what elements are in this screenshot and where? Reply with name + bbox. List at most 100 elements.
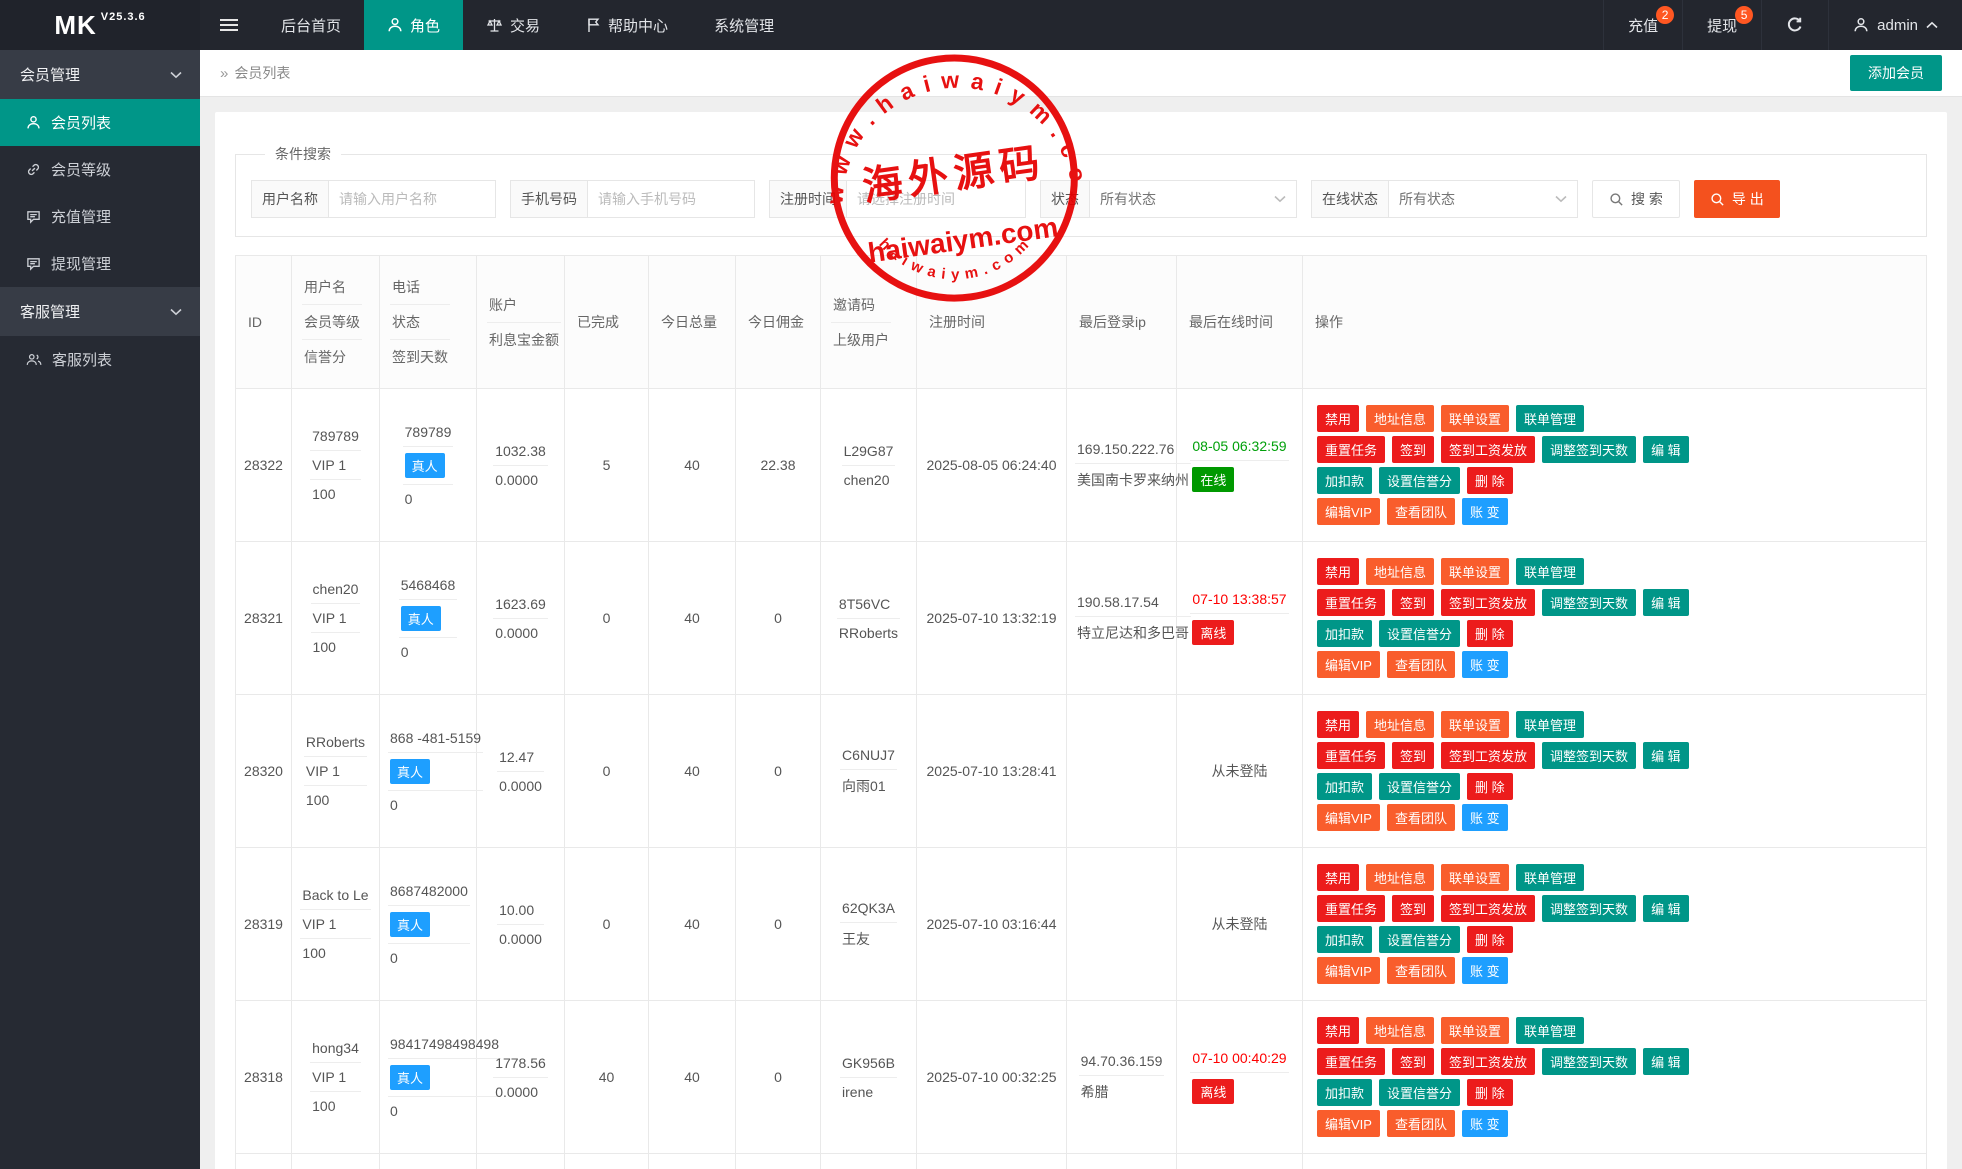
sidebar-item-member-list[interactable]: 会员列表 <box>0 99 200 146</box>
action-button[interactable]: 加扣款 <box>1317 926 1372 953</box>
action-button[interactable]: 加扣款 <box>1317 620 1372 647</box>
action-button[interactable]: 签到工资发放 <box>1441 742 1535 769</box>
nav-roles[interactable]: 角色 <box>364 0 463 50</box>
action-button[interactable]: 账 变 <box>1462 957 1508 984</box>
sidebar-item-service-list[interactable]: 客服列表 <box>0 336 200 383</box>
action-button[interactable]: 账 变 <box>1462 1110 1508 1137</box>
action-button[interactable]: 加扣款 <box>1317 467 1372 494</box>
action-button[interactable]: 删 除 <box>1467 620 1513 647</box>
action-button[interactable]: 设置信誉分 <box>1379 467 1460 494</box>
action-button[interactable]: 禁用 <box>1317 1017 1359 1044</box>
action-button[interactable]: 加扣款 <box>1317 1079 1372 1106</box>
action-button[interactable]: 地址信息 <box>1366 864 1434 891</box>
sidebar-item-withdraw[interactable]: 提现管理 <box>0 240 200 287</box>
action-button[interactable]: 联单设置 <box>1441 558 1509 585</box>
action-button[interactable]: 调整签到天数 <box>1542 895 1636 922</box>
action-button[interactable]: 禁用 <box>1317 405 1359 432</box>
recharge-button[interactable]: 充值 2 <box>1603 0 1682 50</box>
action-button[interactable]: 查看团队 <box>1387 651 1455 678</box>
withdraw-button[interactable]: 提现 5 <box>1682 0 1761 50</box>
action-button[interactable]: 删 除 <box>1467 773 1513 800</box>
action-button[interactable]: 调整签到天数 <box>1542 1048 1636 1075</box>
action-button[interactable]: 编辑VIP <box>1317 1110 1380 1137</box>
action-button[interactable]: 设置信誉分 <box>1379 1079 1460 1106</box>
action-button[interactable]: 账 变 <box>1462 498 1508 525</box>
action-button[interactable]: 删 除 <box>1467 467 1513 494</box>
export-button[interactable]: 导 出 <box>1694 180 1780 218</box>
action-button[interactable]: 联单管理 <box>1516 1017 1584 1044</box>
action-button[interactable]: 签到 <box>1392 436 1434 463</box>
action-button[interactable]: 查看团队 <box>1387 957 1455 984</box>
action-button[interactable]: 编 辑 <box>1643 436 1689 463</box>
action-button[interactable]: 地址信息 <box>1366 405 1434 432</box>
add-member-button[interactable]: 添加会员 <box>1850 55 1942 91</box>
nav-system[interactable]: 系统管理 <box>691 0 797 50</box>
action-button[interactable]: 联单管理 <box>1516 711 1584 738</box>
action-button[interactable]: 编辑VIP <box>1317 498 1380 525</box>
action-button[interactable]: 签到工资发放 <box>1441 589 1535 616</box>
action-button[interactable]: 设置信誉分 <box>1379 773 1460 800</box>
action-button[interactable]: 联单设置 <box>1441 864 1509 891</box>
nav-help[interactable]: 帮助中心 <box>563 0 691 50</box>
action-button[interactable]: 账 变 <box>1462 651 1508 678</box>
sidebar-item-member-level[interactable]: 会员等级 <box>0 146 200 193</box>
action-button[interactable]: 删 除 <box>1467 1079 1513 1106</box>
nav-dashboard[interactable]: 后台首页 <box>258 0 364 50</box>
phone-input[interactable] <box>587 180 755 218</box>
action-button[interactable]: 联单管理 <box>1516 558 1584 585</box>
sidebar-item-recharge[interactable]: 充值管理 <box>0 193 200 240</box>
action-button[interactable]: 查看团队 <box>1387 804 1455 831</box>
action-button[interactable]: 编 辑 <box>1643 895 1689 922</box>
action-button[interactable]: 联单设置 <box>1441 1017 1509 1044</box>
action-button[interactable]: 联单设置 <box>1441 711 1509 738</box>
action-button[interactable]: 重置任务 <box>1317 589 1385 616</box>
action-button[interactable]: 编辑VIP <box>1317 804 1380 831</box>
action-button[interactable]: 禁用 <box>1317 864 1359 891</box>
nav-trade[interactable]: 交易 <box>463 0 563 50</box>
action-button[interactable]: 设置信誉分 <box>1379 620 1460 647</box>
action-button[interactable]: 调整签到天数 <box>1542 589 1636 616</box>
action-button[interactable]: 签到工资发放 <box>1441 1048 1535 1075</box>
search-button[interactable]: 搜 索 <box>1592 180 1680 218</box>
action-button[interactable]: 查看团队 <box>1387 1110 1455 1137</box>
action-button[interactable]: 地址信息 <box>1366 558 1434 585</box>
action-button[interactable]: 联单管理 <box>1516 864 1584 891</box>
action-button[interactable]: 禁用 <box>1317 558 1359 585</box>
action-button[interactable]: 编辑VIP <box>1317 651 1380 678</box>
action-button[interactable]: 签到 <box>1392 895 1434 922</box>
action-button[interactable]: 签到 <box>1392 1048 1434 1075</box>
action-button[interactable]: 重置任务 <box>1317 1048 1385 1075</box>
action-button[interactable]: 调整签到天数 <box>1542 436 1636 463</box>
action-button[interactable]: 签到工资发放 <box>1441 436 1535 463</box>
action-button[interactable]: 调整签到天数 <box>1542 742 1636 769</box>
action-button[interactable]: 签到 <box>1392 589 1434 616</box>
action-button[interactable]: 编 辑 <box>1643 742 1689 769</box>
action-button[interactable]: 禁用 <box>1317 711 1359 738</box>
action-button[interactable]: 编 辑 <box>1643 589 1689 616</box>
regtime-input[interactable] <box>846 180 1026 218</box>
action-button[interactable]: 重置任务 <box>1317 895 1385 922</box>
refresh-button[interactable] <box>1761 0 1828 50</box>
action-button[interactable]: 重置任务 <box>1317 742 1385 769</box>
action-button[interactable]: 账 变 <box>1462 804 1508 831</box>
online-status-select[interactable]: 所有状态 <box>1388 180 1578 218</box>
action-button[interactable]: 设置信誉分 <box>1379 926 1460 953</box>
status-select[interactable]: 所有状态 <box>1089 180 1297 218</box>
user-menu[interactable]: admin <box>1828 0 1962 50</box>
action-button[interactable]: 签到工资发放 <box>1441 895 1535 922</box>
action-button[interactable]: 删 除 <box>1467 926 1513 953</box>
action-button[interactable]: 加扣款 <box>1317 773 1372 800</box>
action-button[interactable]: 编辑VIP <box>1317 957 1380 984</box>
action-button[interactable]: 查看团队 <box>1387 498 1455 525</box>
action-button[interactable]: 联单设置 <box>1441 405 1509 432</box>
menu-toggle-icon[interactable] <box>200 0 258 50</box>
action-button[interactable]: 重置任务 <box>1317 436 1385 463</box>
action-button[interactable]: 地址信息 <box>1366 1017 1434 1044</box>
sidebar-group-service[interactable]: 客服管理 <box>0 287 200 336</box>
action-button[interactable]: 地址信息 <box>1366 711 1434 738</box>
action-button[interactable]: 联单管理 <box>1516 405 1584 432</box>
sidebar-group-member[interactable]: 会员管理 <box>0 50 200 99</box>
action-button[interactable]: 编 辑 <box>1643 1048 1689 1075</box>
action-button[interactable]: 签到 <box>1392 742 1434 769</box>
username-input[interactable] <box>328 180 496 218</box>
